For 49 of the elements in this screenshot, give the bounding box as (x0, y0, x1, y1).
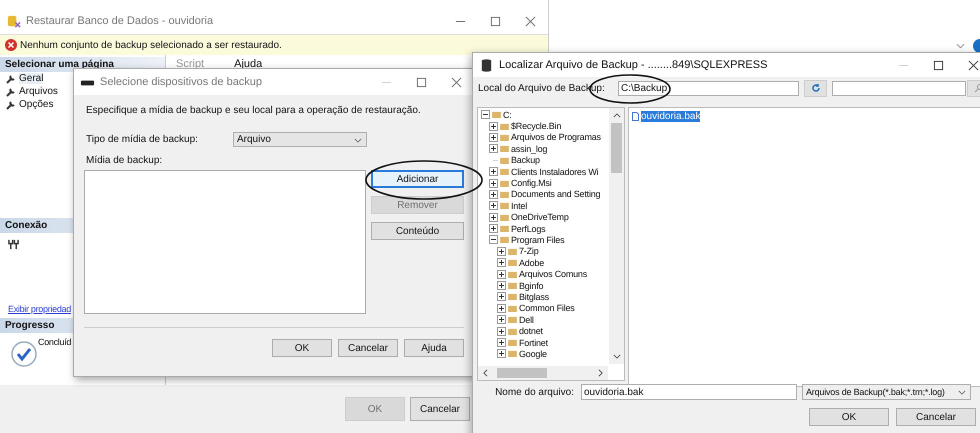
description-text: Especifique a mídia de backup e seu local para a operação de restauração. (85, 105, 422, 116)
file-name-field[interactable]: ouvidoria.bak (581, 384, 797, 400)
page-item[interactable]: Geral (19, 73, 44, 84)
window-title: Selecione dispositivos de backup (100, 76, 262, 88)
tree-item[interactable]: Config.Msi (511, 178, 552, 188)
tree-item[interactable]: Arquivos Comuns (519, 269, 588, 280)
field-label: Nome do arquivo: (494, 386, 575, 398)
dialog-button[interactable]: Cancelar (896, 408, 976, 426)
dialog-button[interactable]: OK (272, 339, 332, 357)
path-field[interactable]: C:\Backup (618, 80, 799, 96)
dialog-button[interactable]: Cancelar (410, 397, 470, 421)
tree-item[interactable]: Documents and Setting (511, 189, 600, 200)
field-label: Mídia de backup: (85, 155, 164, 166)
tree-item[interactable]: Fortinet (519, 338, 548, 348)
dialog-button[interactable]: Ajuda (404, 339, 464, 357)
tree-item[interactable]: Adobe (519, 258, 544, 268)
tree-item[interactable]: Intel (511, 200, 528, 211)
dialog-button[interactable]: Cancelar (338, 339, 398, 357)
error-message: Nenhum conjunto de backup selecionado a ser restaurado. (20, 40, 282, 50)
side-button[interactable]: Adicionar (371, 170, 464, 188)
file-item[interactable]: ouvidoria.bak (641, 111, 700, 122)
tree-item[interactable]: Clients Instaladores Wi (511, 166, 598, 177)
view-properties-link[interactable]: Exibir propriedad (8, 304, 71, 314)
tree-item[interactable]: Arquivos de Programas (511, 132, 601, 142)
tree-item[interactable]: 7-Zip (519, 246, 539, 256)
tree-item[interactable]: assin_log (511, 144, 548, 154)
window-title: Restaurar Banco de Dados - ouvidoria (26, 15, 214, 27)
window-title: Localizar Arquivo de Backup - ........849\SQLEXPRESS (499, 59, 768, 71)
toolbar-button[interactable]: Ajuda (234, 58, 262, 70)
tree-item[interactable]: $Recycle.Bin (511, 121, 562, 132)
tree-item[interactable]: C: (503, 110, 512, 120)
tree-item[interactable]: Google (519, 348, 547, 359)
tree-item[interactable]: Bitglass (519, 292, 549, 302)
field-label: Tipo de mídia de backup: (86, 134, 199, 145)
tree-item[interactable]: Bginfo (519, 280, 544, 291)
tree-item[interactable]: dotnet (519, 326, 543, 336)
tree-item[interactable]: Backup (511, 155, 540, 166)
tree-item[interactable]: OneDriveTemp (511, 212, 569, 222)
file-type-dropdown[interactable]: Arquivos de Backup(*.bak;*.trn;*.log) (802, 384, 971, 400)
tree-item[interactable]: Common Files (519, 303, 575, 314)
tree-item[interactable]: PerfLogs (511, 224, 546, 234)
side-button[interactable]: Conteúdo (371, 222, 464, 240)
page-item[interactable]: Opções (19, 99, 54, 110)
media-type-dropdown[interactable]: Arquivo (233, 132, 367, 147)
tree-item[interactable]: Dell (519, 314, 534, 325)
page-item[interactable]: Arquivos (19, 86, 58, 97)
progress-status: Concluíd (38, 337, 72, 349)
dialog-button[interactable]: OK (809, 408, 889, 426)
tree-item[interactable]: Program Files (511, 234, 564, 245)
